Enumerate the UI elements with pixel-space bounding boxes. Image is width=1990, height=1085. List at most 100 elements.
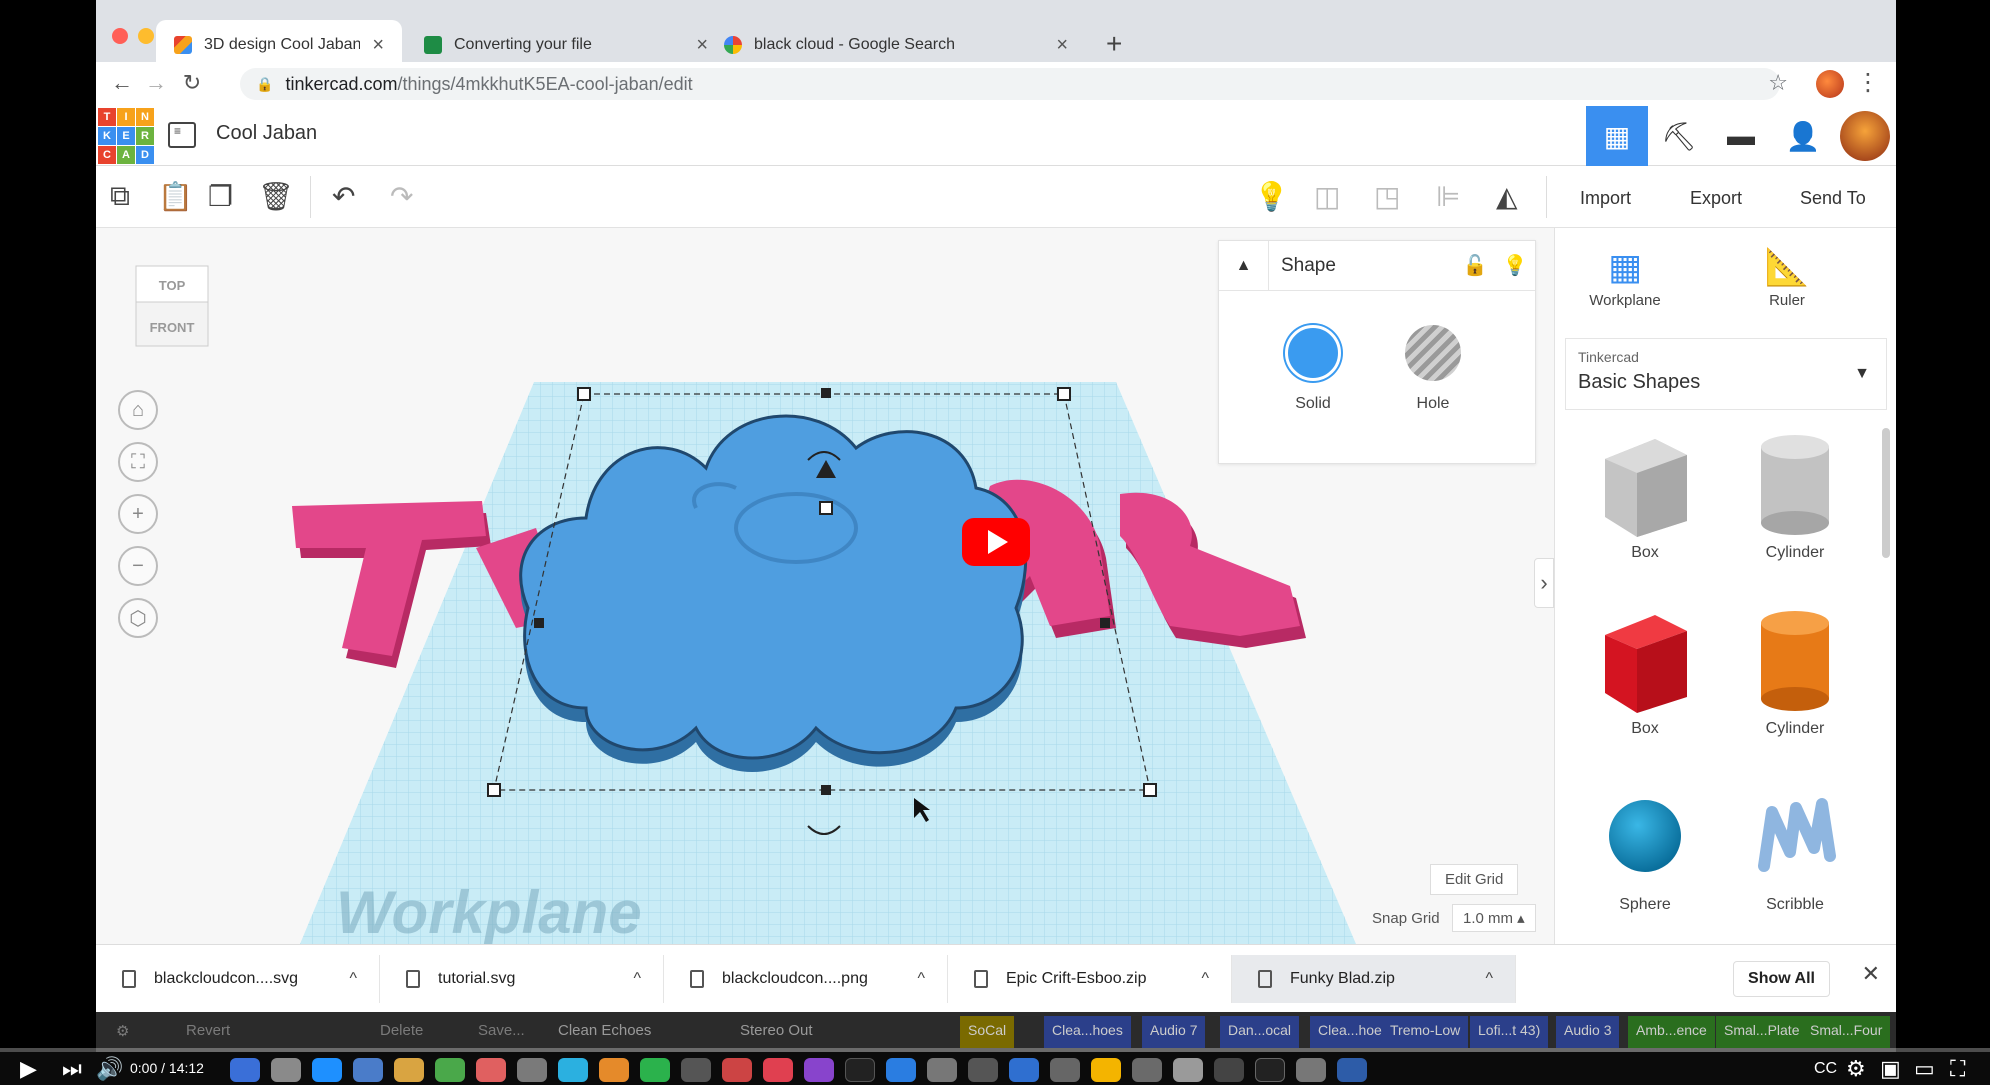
chevron-up-icon[interactable]: ^ xyxy=(349,970,357,988)
delete-trash-icon[interactable]: 🗑 xyxy=(258,180,294,213)
download-filename: tutorial.svg xyxy=(438,970,516,987)
bricks-icon[interactable]: ▬ xyxy=(1710,106,1772,166)
shape-library-select[interactable]: Tinkercad Basic Shapes ▼ xyxy=(1565,338,1887,410)
youtube-play-button[interactable] xyxy=(962,518,1030,566)
next-icon[interactable]: ⏭ xyxy=(62,1056,82,1082)
chevron-up-icon[interactable]: ^ xyxy=(633,970,641,988)
shape-box-hole[interactable]: Box xyxy=(1575,424,1715,562)
project-title[interactable]: Cool Jaban xyxy=(216,122,317,145)
copy-icon[interactable]: ⧉ xyxy=(110,180,130,213)
fit-view-icon[interactable]: ⛶ xyxy=(118,442,158,482)
volume-icon[interactable]: 🔊 xyxy=(96,1056,123,1082)
light-bulb-icon[interactable]: 💡 xyxy=(1495,253,1535,278)
close-tab-icon[interactable]: × xyxy=(1056,34,1068,57)
shape-sphere[interactable]: Sphere xyxy=(1575,776,1715,914)
play-icon[interactable]: ▶ xyxy=(20,1056,37,1082)
redo-icon[interactable]: ↷ xyxy=(390,180,413,213)
download-item[interactable]: blackcloudcon....png ^ xyxy=(664,955,948,1003)
export-button[interactable]: Export xyxy=(1672,180,1760,216)
hole-option[interactable]: Hole xyxy=(1383,325,1483,413)
group-icon[interactable]: ◫ xyxy=(1314,180,1340,213)
url-field[interactable]: 🔒 tinkercad.com/things/4mkkhutK5EA-cool-… xyxy=(240,68,1780,100)
send-to-button[interactable]: Send To xyxy=(1782,180,1884,216)
shape-label: Scribble xyxy=(1766,896,1824,913)
edit-grid-button[interactable]: Edit Grid xyxy=(1430,864,1519,895)
ungroup-icon[interactable]: ◳ xyxy=(1374,180,1400,213)
add-user-icon[interactable]: 👤 xyxy=(1772,106,1834,166)
tinkercad-logo[interactable]: T I N K E R C A D xyxy=(98,108,154,164)
build-pickaxe-icon[interactable]: ⛏ xyxy=(1648,106,1710,166)
resize-handle[interactable] xyxy=(1057,387,1071,401)
edge-handle[interactable] xyxy=(534,618,544,628)
resize-handle[interactable] xyxy=(1143,783,1157,797)
new-tab-icon[interactable]: + xyxy=(1106,28,1122,60)
zoom-out-icon[interactable]: − xyxy=(118,546,158,586)
workplane-tool[interactable]: ▦ Workplane xyxy=(1565,242,1685,309)
user-avatar-slot[interactable] xyxy=(1834,106,1896,166)
align-icon[interactable]: ⊫ xyxy=(1436,180,1460,213)
chevron-up-icon[interactable]: ^ xyxy=(1201,970,1209,988)
minimize-window-button[interactable] xyxy=(138,28,154,44)
collapse-inspector-icon[interactable]: ▲ xyxy=(1219,240,1269,291)
lock-icon[interactable]: 🔓 xyxy=(1455,253,1495,278)
edge-handle[interactable] xyxy=(821,785,831,795)
solid-option[interactable]: Solid xyxy=(1263,325,1363,413)
download-item[interactable]: Funky Blad.zip ^ xyxy=(1232,955,1516,1003)
resize-handle[interactable] xyxy=(577,387,591,401)
snap-grid-select[interactable]: 1.0 mm ▴ xyxy=(1452,904,1536,932)
viewcube-front-label[interactable]: FRONT xyxy=(150,320,195,335)
daw-track: SoCal xyxy=(960,1016,1015,1048)
sidebar-scrollbar[interactable] xyxy=(1882,428,1890,558)
settings-gear-icon[interactable]: ⚙ xyxy=(1846,1056,1866,1082)
logo-letter: R xyxy=(136,127,154,145)
browser-profile-avatar[interactable] xyxy=(1816,70,1844,98)
view-cube[interactable]: TOP FRONT xyxy=(132,258,212,350)
duplicate-icon[interactable]: ❐ xyxy=(208,180,233,213)
theater-mode-icon[interactable]: ▭ xyxy=(1914,1056,1935,1082)
height-handle[interactable] xyxy=(819,501,833,515)
collapse-panel-chevron-icon[interactable]: › xyxy=(1534,558,1554,608)
daw-label: Delete xyxy=(380,1022,424,1039)
shape-cylinder-hole[interactable]: Cylinder xyxy=(1725,424,1865,562)
viewcube-top-label[interactable]: TOP xyxy=(159,278,186,293)
close-window-button[interactable] xyxy=(112,28,128,44)
forward-icon[interactable]: → xyxy=(136,70,176,96)
notes-lightbulb-icon[interactable]: 💡 xyxy=(1254,180,1289,213)
home-view-icon[interactable]: ⌂ xyxy=(118,390,158,430)
import-button[interactable]: Import xyxy=(1562,180,1649,216)
download-item[interactable]: tutorial.svg ^ xyxy=(380,955,664,1003)
tinkercad-header: T I N K E R C A D ≡ Cool Jaban ▦ ⛏ ▬ 👤 xyxy=(96,106,1896,166)
miniplayer-icon[interactable]: ▣ xyxy=(1880,1056,1901,1082)
ruler-tool[interactable]: 📐 Ruler xyxy=(1727,242,1847,309)
chevron-up-icon[interactable]: ^ xyxy=(917,970,925,988)
edge-handle[interactable] xyxy=(1100,618,1110,628)
solid-color-swatch[interactable] xyxy=(1285,325,1341,381)
mirror-icon[interactable]: ◭ xyxy=(1496,180,1518,213)
undo-icon[interactable]: ↶ xyxy=(332,180,355,213)
close-tab-icon[interactable]: × xyxy=(372,34,384,57)
show-all-downloads-button[interactable]: Show All xyxy=(1733,961,1830,997)
fullscreen-icon[interactable]: ⛶ xyxy=(1950,1056,1965,1082)
hole-swatch[interactable] xyxy=(1405,325,1461,381)
shape-box[interactable]: Box xyxy=(1575,600,1715,738)
user-avatar[interactable] xyxy=(1840,111,1890,161)
design-list-icon[interactable]: ≡ xyxy=(168,122,196,148)
3d-view-grid-icon[interactable]: ▦ xyxy=(1586,106,1648,166)
captions-icon[interactable]: CC xyxy=(1814,1060,1837,1078)
resize-handle[interactable] xyxy=(487,783,501,797)
download-item[interactable]: blackcloudcon....svg ^ xyxy=(96,955,380,1003)
chevron-up-icon[interactable]: ^ xyxy=(1485,970,1493,988)
perspective-cube-icon[interactable]: ⬡ xyxy=(118,598,158,638)
daw-label: Stereo Out xyxy=(740,1022,813,1039)
edge-handle[interactable] xyxy=(821,388,831,398)
app-icon xyxy=(1296,1058,1326,1082)
reload-icon[interactable]: ↻ xyxy=(172,70,212,96)
bookmark-star-icon[interactable]: ☆ xyxy=(1768,70,1788,96)
shape-cylinder[interactable]: Cylinder xyxy=(1725,600,1865,738)
browser-menu-icon[interactable]: ⋮ xyxy=(1856,68,1880,97)
paste-icon[interactable]: 📋 xyxy=(158,180,193,213)
close-downloads-icon[interactable]: ✕ xyxy=(1862,961,1880,987)
download-item[interactable]: Epic Crift-Esboo.zip ^ xyxy=(948,955,1232,1003)
shape-scribble[interactable]: Scribble xyxy=(1725,776,1865,914)
zoom-in-icon[interactable]: + xyxy=(118,494,158,534)
